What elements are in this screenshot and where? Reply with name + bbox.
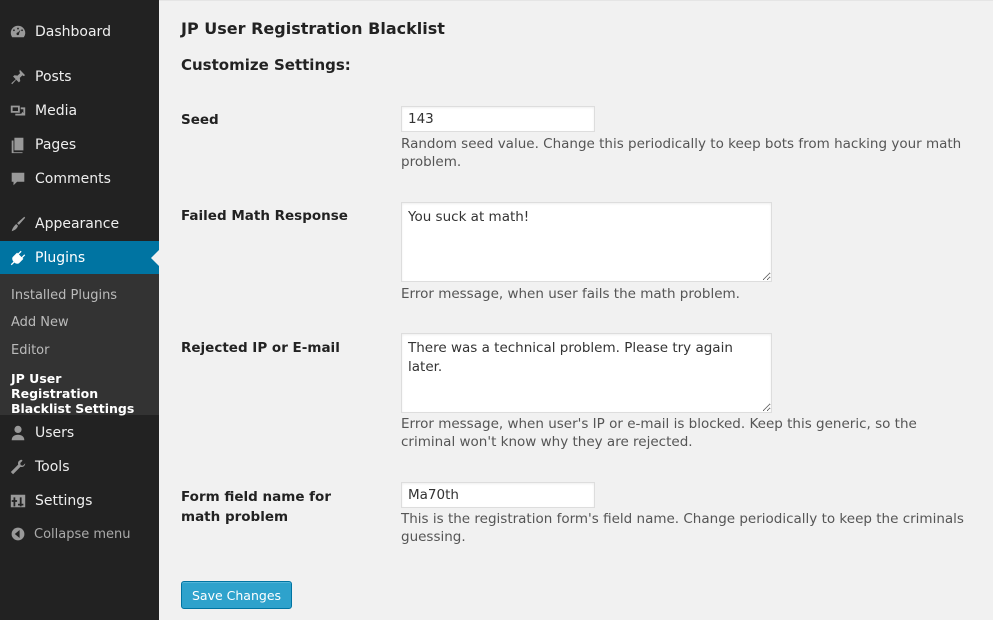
pin-icon [8, 67, 28, 87]
dashboard-icon [8, 22, 28, 42]
menu-item-users[interactable]: Users [0, 416, 159, 450]
plug-icon [8, 248, 28, 268]
menu-item-pages[interactable]: Pages [0, 128, 159, 162]
menu-item-settings[interactable]: Settings [0, 484, 159, 518]
section-title: Customize Settings: [181, 56, 351, 74]
pages-icon [8, 135, 28, 155]
menu-label: Pages [35, 137, 77, 153]
menu-item-media[interactable]: Media [0, 94, 159, 128]
menu-item-appearance[interactable]: Appearance [0, 207, 159, 241]
field-name-label: Form field name for math problem [181, 489, 331, 525]
page-title: JP User Registration Blacklist [181, 19, 445, 38]
brush-icon [8, 214, 28, 234]
menu-label: Users [35, 425, 75, 441]
menu-label: Appearance [35, 216, 120, 232]
collapse-arrow-icon [8, 524, 28, 544]
menu-item-posts[interactable]: Posts [0, 60, 159, 94]
user-icon [8, 423, 28, 443]
menu-label: Dashboard [35, 24, 111, 40]
seed-label: Seed [181, 112, 219, 128]
failed-math-description: Error message, when user fails the math … [401, 286, 740, 302]
save-changes-button[interactable]: Save Changes [181, 581, 293, 609]
menu-label: Settings [35, 493, 93, 509]
rejected-description: Error message, when user's IP or e-mail … [401, 416, 917, 450]
menu-item-dashboard[interactable]: Dashboard [0, 15, 159, 49]
plugins-submenu: Installed Plugins Add New Editor JP User… [0, 274, 159, 416]
submenu-item-editor[interactable]: Editor [11, 343, 151, 358]
seed-input[interactable] [401, 106, 595, 132]
settings-icon [8, 491, 28, 511]
failed-math-textarea[interactable]: You suck at math! [401, 202, 772, 282]
menu-label: Posts [35, 69, 72, 85]
menu-label: Plugins [35, 250, 86, 266]
menu-label: Comments [35, 171, 111, 187]
submenu-item-installed-plugins[interactable]: Installed Plugins [11, 288, 151, 303]
collapse-label: Collapse menu [34, 526, 131, 542]
menu-label: Tools [35, 459, 70, 475]
failed-math-label: Failed Math Response [181, 208, 348, 224]
menu-item-tools[interactable]: Tools [0, 450, 159, 484]
submenu-item-blacklist-settings[interactable]: JP User Registration Blacklist Settings [11, 371, 151, 416]
submenu-item-add-new[interactable]: Add New [11, 315, 151, 330]
menu-item-comments[interactable]: Comments [0, 162, 159, 196]
field-name-input[interactable] [401, 482, 595, 508]
rejected-label: Rejected IP or E-mail [181, 340, 340, 356]
collapse-menu-button[interactable]: Collapse menu [0, 522, 159, 546]
admin-sidebar: Dashboard Posts Media Pages Comments App… [0, 0, 159, 620]
wrench-icon [8, 457, 28, 477]
comment-icon [8, 169, 28, 189]
main-content: JP User Registration Blacklist Customize… [159, 0, 993, 620]
menu-label: Media [35, 103, 78, 119]
menu-item-plugins[interactable]: Plugins [0, 241, 159, 275]
media-icon [8, 101, 28, 121]
field-name-description: This is the registration form's field na… [401, 511, 964, 545]
rejected-textarea[interactable]: There was a technical problem. Please tr… [401, 333, 772, 413]
seed-description: Random seed value. Change this periodica… [401, 136, 962, 170]
